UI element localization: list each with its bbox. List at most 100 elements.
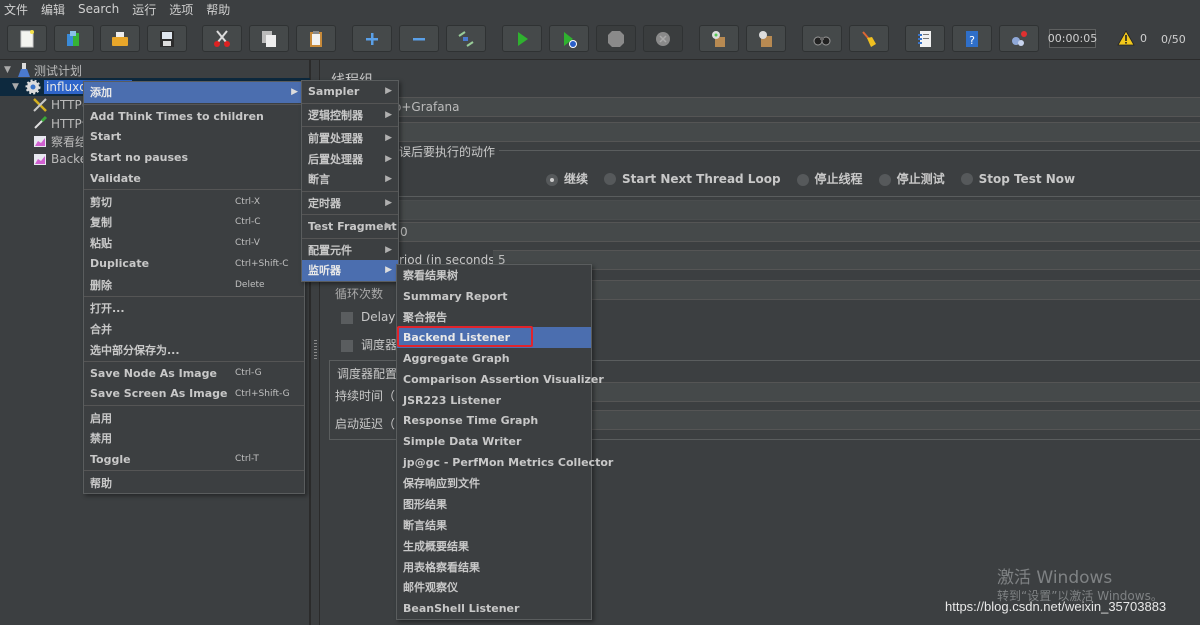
context-menu-item[interactable]: 删除 Delete: [84, 274, 304, 295]
add-submenu-item[interactable]: 后置处理器 ▶: [302, 149, 398, 170]
cut-button[interactable]: [202, 25, 242, 52]
listener-submenu-item[interactable]: 生成概要结果: [397, 535, 591, 556]
context-menu-item[interactable]: 剪切 Ctrl-X: [84, 191, 304, 212]
context-menu-item[interactable]: Start no pauses: [84, 147, 304, 168]
menu-options[interactable]: 选项: [169, 1, 193, 18]
context-menu-item[interactable]: 合并: [84, 319, 304, 340]
collapse-all-button[interactable]: [399, 25, 439, 52]
duration-field[interactable]: [591, 382, 1200, 402]
add-submenu-item[interactable]: Test Fragment ▶: [302, 216, 398, 237]
menu-search[interactable]: Search: [78, 2, 119, 16]
menu-item-shortcut: Ctrl-X: [235, 196, 260, 207]
radio-start-next-loop[interactable]: Start Next Thread Loop: [604, 172, 781, 186]
stop-button[interactable]: [596, 25, 636, 52]
listener-submenu-item[interactable]: 察看结果树: [397, 265, 591, 286]
splitter-grip-icon[interactable]: [314, 340, 317, 360]
context-menu-item[interactable]: 选中部分保存为...: [84, 339, 304, 360]
listener-submenu-item[interactable]: 保存响应到文件: [397, 473, 591, 494]
scheduler-checkbox[interactable]: 调度器: [341, 336, 397, 353]
tree-item-http-defaults[interactable]: HTTP(: [32, 96, 86, 114]
rampup-field[interactable]: 5: [493, 250, 1200, 270]
stop-icon: [608, 30, 624, 47]
menu-item-label: 选中部分保存为...: [90, 343, 180, 357]
add-submenu-item[interactable]: 逻辑控制器 ▶: [302, 105, 398, 126]
reset-search-button[interactable]: [849, 25, 889, 52]
menu-item-label: 邮件观察仪: [403, 581, 458, 595]
paste-button[interactable]: [296, 25, 336, 52]
add-submenu-item[interactable]: 定时器 ▶: [302, 193, 398, 214]
radio-stop-test-now[interactable]: Stop Test Now: [960, 172, 1075, 186]
loop-count-field[interactable]: [581, 280, 1200, 300]
tree-item-view-results-tree[interactable]: 察看结: [32, 132, 87, 150]
comments-field[interactable]: [321, 122, 1200, 142]
startup-delay-field[interactable]: [591, 410, 1200, 430]
open-button[interactable]: [100, 25, 140, 52]
listener-submenu-item[interactable]: BeanShell Listener: [397, 598, 591, 619]
context-menu-item[interactable]: 添加 ▶: [84, 82, 304, 103]
tree-item-test-plan[interactable]: ▼ 测试计划: [4, 61, 82, 79]
expand-arrow-icon[interactable]: ▼: [12, 82, 22, 92]
tree-item-backend-listener[interactable]: Backe: [32, 150, 87, 168]
copy-button[interactable]: [249, 25, 289, 52]
listener-submenu-item[interactable]: jp@gc - PerfMon Metrics Collector: [397, 452, 613, 473]
context-menu-item[interactable]: Toggle Ctrl-T: [84, 449, 304, 470]
new-button[interactable]: [7, 25, 47, 52]
context-menu-item[interactable]: 复制 Ctrl-C: [84, 212, 304, 233]
listener-submenu-item[interactable]: 邮件观察仪: [397, 577, 591, 598]
menu-run[interactable]: 运行: [132, 1, 156, 18]
menu-edit[interactable]: 编辑: [41, 1, 65, 18]
add-submenu-item[interactable]: 配置元件 ▶: [302, 240, 398, 261]
expand-arrow-icon[interactable]: ▼: [4, 65, 14, 75]
add-submenu-item[interactable]: 前置处理器 ▶: [302, 128, 398, 149]
context-menu-item[interactable]: Duplicate Ctrl+Shift-C: [84, 254, 304, 275]
context-menu-item[interactable]: Save Node As Image Ctrl-G: [84, 363, 304, 384]
start-button[interactable]: [502, 25, 542, 52]
listener-submenu-item[interactable]: JSR223 Listener: [397, 390, 591, 411]
listener-submenu-item[interactable]: Comparison Assertion Visualizer: [397, 369, 604, 390]
listener-submenu-item[interactable]: 用表格察看结果: [397, 556, 591, 577]
listener-submenu-item[interactable]: 断言结果: [397, 515, 591, 536]
radio-continue[interactable]: 继续: [546, 170, 588, 187]
listener-submenu-item[interactable]: Simple Data Writer: [397, 431, 591, 452]
expand-all-button[interactable]: [352, 25, 392, 52]
listener-submenu-item[interactable]: Aggregate Graph: [397, 348, 591, 369]
add-submenu-item[interactable]: Sampler ▶: [302, 81, 398, 102]
radio-stop-thread[interactable]: 停止线程: [796, 170, 863, 187]
listener-submenu-item[interactable]: 图形结果: [397, 494, 591, 515]
clear-button[interactable]: [699, 25, 739, 52]
context-menu-item[interactable]: Validate: [84, 168, 304, 189]
start-no-pauses-button[interactable]: [549, 25, 589, 52]
warning-indicator[interactable]: 0: [1117, 30, 1147, 46]
context-menu-item[interactable]: Add Think Times to children: [84, 106, 304, 127]
help-button[interactable]: ?: [952, 25, 992, 52]
context-menu-item[interactable]: Save Screen As Image Ctrl+Shift-G: [84, 384, 304, 405]
add-submenu-item[interactable]: 断言 ▶: [302, 169, 398, 190]
context-menu-item[interactable]: 打开...: [84, 298, 304, 319]
menu-help[interactable]: 帮助: [206, 1, 230, 18]
shutdown-button[interactable]: [643, 25, 683, 52]
shutdown-icon: [656, 31, 670, 46]
add-submenu-item[interactable]: 监听器 ▶: [302, 260, 398, 281]
listener-submenu-item[interactable]: Response Time Graph: [397, 411, 591, 432]
start-icon: [518, 31, 528, 46]
context-menu-item[interactable]: Start: [84, 126, 304, 147]
menu-item-label: BeanShell Listener: [403, 601, 520, 615]
toggle-button[interactable]: [446, 25, 486, 52]
search-button[interactable]: [802, 25, 842, 52]
context-menu-item[interactable]: 启用: [84, 407, 304, 428]
activate-windows-title: 激活 Windows: [997, 568, 1113, 588]
templates-button[interactable]: [54, 25, 94, 52]
name-field[interactable]: xdb+Grafana: [321, 97, 1200, 117]
save-button[interactable]: [147, 25, 187, 52]
listener-submenu-item[interactable]: Summary Report: [397, 286, 591, 307]
remote-button[interactable]: [999, 25, 1039, 52]
num-threads-field[interactable]: 0: [321, 222, 1200, 242]
menu-file[interactable]: 文件: [4, 1, 28, 18]
radio-stop-test[interactable]: 停止测试: [878, 170, 945, 187]
function-helper-button[interactable]: [905, 25, 945, 52]
listener-submenu-item[interactable]: 聚合报告: [397, 307, 591, 328]
context-menu-item[interactable]: 帮助: [84, 472, 304, 493]
context-menu-item[interactable]: 禁用: [84, 428, 304, 449]
clear-all-button[interactable]: [746, 25, 786, 52]
context-menu-item[interactable]: 粘贴 Ctrl-V: [84, 233, 304, 254]
